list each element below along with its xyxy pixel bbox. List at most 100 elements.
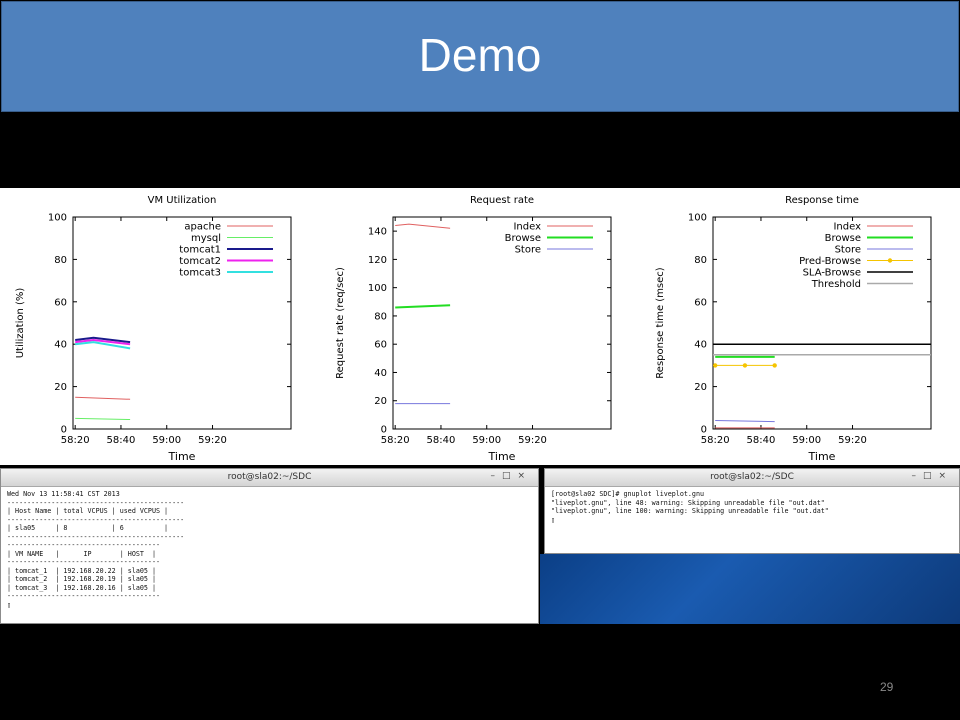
y-tick-label: 120 (368, 255, 387, 266)
y-tick-label: 60 (694, 297, 707, 308)
x-tick-label: 59:00 (792, 435, 821, 446)
terminal1-line: | Host Name | total VCPUS | used VCPUS | (7, 507, 169, 515)
series-line-mysql (75, 417, 131, 420)
charts-panel: VM Utilization 0 20 40 60 80 100 58:20 58:40 59:0… (0, 188, 960, 465)
terminal-window-vcpus[interactable]: root@sla02:~/SDC –□× Wed Nov 13 11:58:41… (0, 468, 539, 624)
slide-title: Demo (418, 29, 542, 81)
terminal1-line: -------------------------------------- (7, 558, 160, 566)
terminal-titlebar[interactable]: root@sla02:~/SDC –□× (545, 469, 959, 487)
window-controls-icon[interactable]: –□× (911, 471, 953, 481)
data-point (742, 363, 748, 368)
terminal1-line: | tomcat_3 | 192.168.20.16 | sla05 | (7, 583, 156, 592)
terminal1-line: | VM NAME | IP | HOST | (7, 549, 156, 558)
terminal2-line: "liveplot.gnu", line 100: warning: Skipp… (551, 507, 829, 515)
legend-marker (887, 258, 893, 263)
terminal-output[interactable]: [root@sla02 SDC]# gnuplot liveplot.gnu "l… (545, 487, 959, 524)
legend-label: Pred-Browse (799, 256, 861, 267)
series-line-index (395, 223, 451, 229)
x-tick-label: 58:40 (107, 435, 136, 446)
y-tick-label: 100 (368, 283, 387, 294)
y-tick-label: 100 (688, 213, 707, 224)
chart-title: Response time (785, 195, 859, 206)
terminal1-line: | tomcat_2 | 192.168.20.19 | sla05 | (7, 575, 156, 583)
series-line-apache (75, 396, 131, 400)
legend-label: Browse (825, 233, 861, 244)
desktop-background (540, 554, 960, 624)
x-axis-label: Time (808, 450, 836, 463)
chart-title: Request rate (470, 195, 534, 206)
request-rate-chart: Request rate 0 20 40 60 80 100 120 140 58:20 58:40… (320, 188, 640, 465)
y-tick-label: 80 (374, 311, 387, 322)
legend-label: Index (513, 222, 541, 233)
legend-label: mysql (191, 233, 221, 244)
title-banner: Demo (1, 1, 959, 112)
x-tick-label: 59:20 (198, 435, 227, 446)
y-axis-label: Utilization (%) (15, 288, 26, 359)
y-tick-label: 20 (374, 396, 387, 407)
page-number: 29 (880, 680, 894, 694)
y-tick-label: 60 (374, 340, 387, 351)
x-tick-label: 59:20 (838, 435, 867, 446)
legend-label: tomcat1 (179, 245, 221, 256)
window-controls-icon[interactable]: –□× (490, 471, 532, 481)
x-tick-label: 58:20 (61, 435, 90, 446)
y-tick-label: 40 (694, 340, 707, 351)
terminal1-line: ----------------------------------------… (7, 498, 185, 507)
chart-title: VM Utilization (148, 195, 217, 206)
terminal1-line: ▯ (7, 600, 12, 609)
legend-label: Store (835, 245, 861, 256)
terminal1-line: -------------------------------------- (7, 541, 160, 549)
y-tick-label: 40 (54, 340, 67, 351)
y-tick-label: 80 (694, 255, 707, 266)
x-tick-label: 59:00 (472, 435, 501, 446)
terminal-window-gnuplot[interactable]: root@sla02:~/SDC –□× [root@sla02 SDC]# g… (544, 468, 960, 554)
data-point (772, 363, 777, 368)
terminal-titlebar[interactable]: root@sla02:~/SDC –□× (1, 469, 538, 487)
legend-label: tomcat3 (179, 268, 221, 279)
terminal1-line: Wed Nov 13 11:58:41 CST 2013 (7, 490, 120, 498)
legend-label: Threshold (811, 279, 861, 290)
terminal1-line: | sla05 | 8 | 6 | (7, 524, 169, 532)
y-tick-label: 0 (381, 425, 387, 436)
x-axis-label: Time (168, 450, 196, 463)
terminal2-line: "liveplot.gnu", line 48: warning: Skippi… (551, 498, 825, 507)
y-axis-label: Request rate (req/sec) (335, 267, 346, 379)
y-tick-label: 20 (694, 382, 707, 393)
x-tick-label: 59:00 (152, 435, 181, 446)
y-tick-label: 0 (701, 425, 707, 436)
y-tick-label: 100 (48, 213, 67, 224)
x-tick-label: 59:20 (518, 435, 547, 446)
terminal1-line: ----------------------------------------… (7, 515, 185, 524)
terminal2-line: ▯ (551, 515, 556, 524)
legend-label: Browse (505, 233, 541, 244)
y-tick-label: 20 (54, 382, 67, 393)
data-point (712, 363, 718, 368)
y-tick-label: 140 (368, 227, 387, 238)
legend-label: Store (515, 245, 541, 256)
y-tick-label: 0 (61, 425, 67, 436)
terminal1-line: -------------------------------------- (7, 592, 160, 600)
series-line-store (715, 420, 775, 423)
x-tick-label: 58:20 (701, 435, 730, 446)
x-tick-label: 58:40 (747, 435, 776, 446)
y-axis-label: Response time (msec) (655, 267, 666, 378)
vm-utilization-chart: VM Utilization 0 20 40 60 80 100 58:20 58:40 59:0… (0, 188, 320, 465)
terminal1-line: | tomcat_1 | 192.168.20.22 | sla05 | (7, 566, 156, 575)
terminal-title: root@sla02:~/SDC (227, 472, 312, 482)
x-tick-label: 58:20 (381, 435, 410, 446)
terminal-output[interactable]: Wed Nov 13 11:58:41 CST 2013 ------------… (1, 487, 538, 609)
series-line-browse (395, 304, 451, 309)
response-time-chart: Response time 0 20 40 60 80 100 58:20 58:40 59:00… (640, 188, 960, 465)
y-tick-label: 40 (374, 368, 387, 379)
legend-label: tomcat2 (179, 256, 221, 267)
x-tick-label: 58:40 (427, 435, 456, 446)
legend-label: SLA-Browse (803, 268, 861, 279)
legend-label: apache (184, 222, 221, 233)
y-tick-label: 60 (54, 297, 67, 308)
terminal1-line: ----------------------------------------… (7, 532, 185, 541)
terminal2-line: [root@sla02 SDC]# gnuplot liveplot.gnu (551, 490, 704, 498)
terminal-title: root@sla02:~/SDC (710, 472, 794, 482)
legend-label: Index (833, 222, 861, 233)
y-tick-label: 80 (54, 255, 67, 266)
x-axis-label: Time (488, 450, 516, 463)
